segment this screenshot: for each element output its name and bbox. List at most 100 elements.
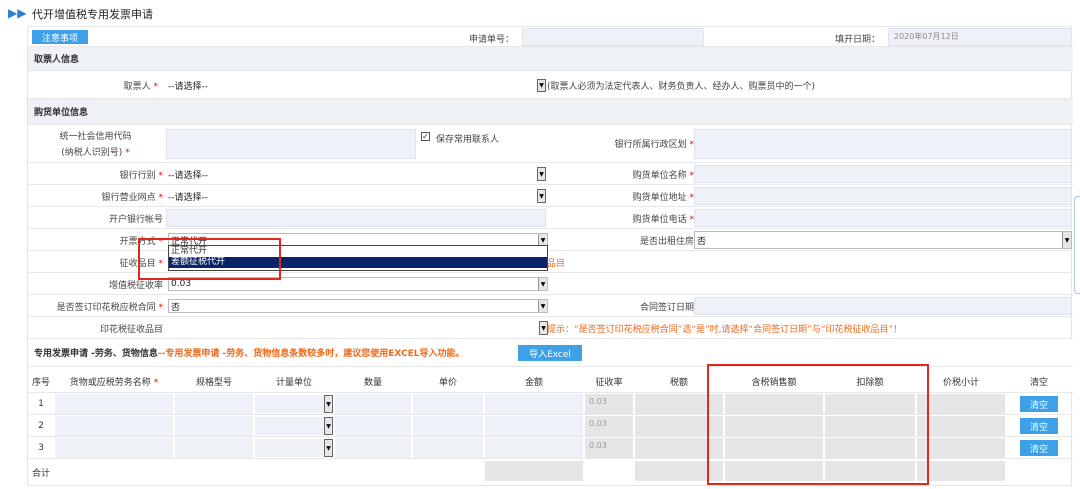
account-input[interactable] bbox=[166, 209, 546, 227]
double-arrow-icon: ▶▶ bbox=[8, 6, 27, 20]
row-no: 3 bbox=[38, 443, 44, 453]
col-clear: 清空 bbox=[1029, 378, 1048, 388]
invoice-form: 注意事项 申请单号： 填开日期： 2020年07月12日 取票人信息 取票人 *… bbox=[27, 26, 1073, 486]
picker-hint: (取票人必须为法定代表人、财务负责人、经办人、购票员中的一个) bbox=[547, 82, 816, 92]
unit-select[interactable]: ▼ bbox=[255, 439, 333, 457]
row-no: 2 bbox=[38, 421, 44, 431]
buyer-name-label: 购货单位名称 * bbox=[632, 171, 694, 181]
buyer-addr-label: 购货单位地址 * bbox=[632, 193, 694, 203]
save-contact-label: 保存常用联系人 bbox=[436, 135, 500, 145]
goods-section-title: 专用发票申请 -劳务、货物信息 bbox=[34, 349, 158, 359]
bank-region-label: 银行所属行政区划 * bbox=[614, 140, 694, 150]
credit-code-row: 统一社会信用代码 (纳税人识别号) * ✓ 保存常用联系人 银行所属行政区划 * bbox=[28, 125, 1073, 163]
bank-region-input[interactable] bbox=[694, 129, 1072, 159]
page-title: 代开增值税专用发票申请 bbox=[32, 8, 153, 21]
bank-branch-select[interactable]: --请选择-- ▼ bbox=[166, 189, 546, 203]
name-input[interactable] bbox=[55, 394, 173, 414]
contract-date-input[interactable] bbox=[694, 297, 1072, 315]
save-contact-checkbox[interactable]: ✓ bbox=[421, 132, 430, 141]
col-rate: 征收率 bbox=[595, 378, 623, 388]
apply-no-label: 申请单号： bbox=[468, 35, 514, 45]
stamp-contract-select[interactable]: 否 ▼ bbox=[168, 299, 548, 313]
col-amount: 金额 bbox=[524, 378, 543, 388]
picker-row: 取票人 * --请选择-- ▼ (取票人必须为法定代表人、财务负责人、经办人、购票… bbox=[28, 71, 1073, 99]
amount-input[interactable] bbox=[485, 416, 583, 436]
rate-cell: 0.03 bbox=[585, 416, 633, 436]
unit-select[interactable]: ▼ bbox=[255, 417, 333, 435]
subtotal-cell bbox=[917, 438, 1005, 458]
buyer-phone-label: 购货单位电话 * bbox=[632, 215, 694, 225]
col-price: 单价 bbox=[438, 378, 457, 388]
name-input[interactable] bbox=[55, 416, 173, 436]
buyer-name-input[interactable] bbox=[694, 165, 1072, 183]
col-spec: 规格型号 bbox=[195, 378, 232, 388]
stamp-item-label: 印花税征收品目 bbox=[99, 325, 163, 335]
fill-date-label: 填开日期： bbox=[834, 35, 880, 45]
rent-label: 是否出租住房 bbox=[639, 237, 694, 247]
clear-button[interactable]: 清空 bbox=[1020, 440, 1058, 456]
title-bar: ▶▶ 代开增值税专用发票申请 bbox=[0, 0, 1080, 26]
name-input[interactable] bbox=[55, 438, 173, 458]
import-excel-button[interactable]: 导入Excel bbox=[518, 345, 582, 361]
stamp-item-row: 印花税征收品目 ▼ 提示：“是否签订印花税应税合同”选“是”时,请选择“合同签订… bbox=[28, 317, 1073, 339]
total-label: 合计 bbox=[31, 469, 50, 479]
fill-date-field: 2020年07月12日 bbox=[888, 28, 1072, 46]
price-input[interactable] bbox=[413, 394, 483, 414]
stamp-item-select[interactable]: ▼ bbox=[168, 321, 548, 335]
bank-type-row: 银行行别 * --请选择-- ▼ 购货单位名称 * bbox=[28, 163, 1073, 185]
qty-input[interactable] bbox=[335, 438, 411, 458]
row-no: 1 bbox=[38, 399, 44, 409]
qty-input[interactable] bbox=[335, 416, 411, 436]
total-amount-cell bbox=[485, 461, 583, 481]
apply-no-field bbox=[522, 28, 704, 46]
stamp-hint: 提示：“是否签订印花税应税合同”选“是”时,请选择“合同签订日期”与“印花税征收… bbox=[547, 325, 903, 335]
price-input[interactable] bbox=[413, 416, 483, 436]
credit-code-label-1: 统一社会信用代码 bbox=[59, 132, 132, 142]
credit-code-input[interactable] bbox=[166, 129, 416, 159]
bank-branch-label: 银行营业网点 * bbox=[101, 193, 163, 203]
rate-cell: 0.03 bbox=[585, 438, 633, 458]
bank-type-label: 银行行别 * bbox=[119, 171, 163, 181]
spec-input[interactable] bbox=[175, 394, 253, 414]
highlight-box-issue-mode bbox=[138, 238, 281, 280]
required-mark: * bbox=[153, 82, 159, 92]
clear-button[interactable]: 清空 bbox=[1020, 418, 1058, 434]
bank-type-select[interactable]: --请选择-- ▼ bbox=[166, 167, 546, 181]
amount-input[interactable] bbox=[485, 394, 583, 414]
account-label: 开户银行帐号 bbox=[108, 215, 163, 225]
stamp-contract-label: 是否签订印花税应税合同 * bbox=[56, 303, 163, 313]
clear-button[interactable]: 清空 bbox=[1020, 396, 1058, 412]
buyer-phone-input[interactable] bbox=[694, 209, 1072, 227]
col-name: 货物或应税劳务名称 * bbox=[69, 378, 159, 388]
col-unit: 计量单位 bbox=[275, 378, 312, 388]
section-buyer-header: 购货单位信息 bbox=[28, 99, 1073, 125]
picker-label: 取票人 * bbox=[123, 82, 159, 92]
section-picker-header: 取票人信息 bbox=[28, 47, 1073, 71]
stamp-contract-row: 是否签订印花税应税合同 * 否 ▼ 合同签订日期 bbox=[28, 295, 1073, 317]
subtotal-cell bbox=[917, 394, 1005, 414]
goods-notice: --专用发票申请 -劳务、货物信息条数较多时，建议您使用EXCEL导入功能。 bbox=[157, 349, 465, 359]
picker-select[interactable]: --请选择-- ▼ bbox=[166, 79, 546, 92]
price-input[interactable] bbox=[413, 438, 483, 458]
chevron-down-icon: ▼ bbox=[537, 79, 546, 92]
notice-button[interactable]: 注意事项 bbox=[32, 30, 88, 44]
rent-select[interactable]: 否 ▼ bbox=[694, 231, 1072, 249]
bank-branch-row: 银行营业网点 * --请选择-- ▼ 购货单位地址 * bbox=[28, 185, 1073, 207]
qty-input[interactable] bbox=[335, 394, 411, 414]
rate-cell: 0.03 bbox=[585, 394, 633, 414]
subtotal-cell bbox=[917, 416, 1005, 436]
toolbar-row: 注意事项 申请单号： 填开日期： 2020年07月12日 bbox=[28, 27, 1073, 47]
amount-input[interactable] bbox=[485, 438, 583, 458]
highlight-box-sales-deduct bbox=[707, 364, 929, 485]
spec-input[interactable] bbox=[175, 438, 253, 458]
col-qty: 数量 bbox=[363, 378, 382, 388]
unit-select[interactable]: ▼ bbox=[255, 395, 333, 413]
side-scroll-handle[interactable] bbox=[1074, 196, 1080, 294]
levy-item-trail: 品目 bbox=[547, 259, 566, 269]
total-subtotal-cell bbox=[917, 461, 1005, 481]
spec-input[interactable] bbox=[175, 416, 253, 436]
contract-date-label: 合同签订日期 bbox=[639, 303, 694, 313]
col-subtotal: 价税小计 bbox=[942, 378, 979, 388]
credit-code-label-2: (纳税人识别号) * bbox=[61, 148, 130, 158]
buyer-addr-input[interactable] bbox=[694, 187, 1072, 205]
